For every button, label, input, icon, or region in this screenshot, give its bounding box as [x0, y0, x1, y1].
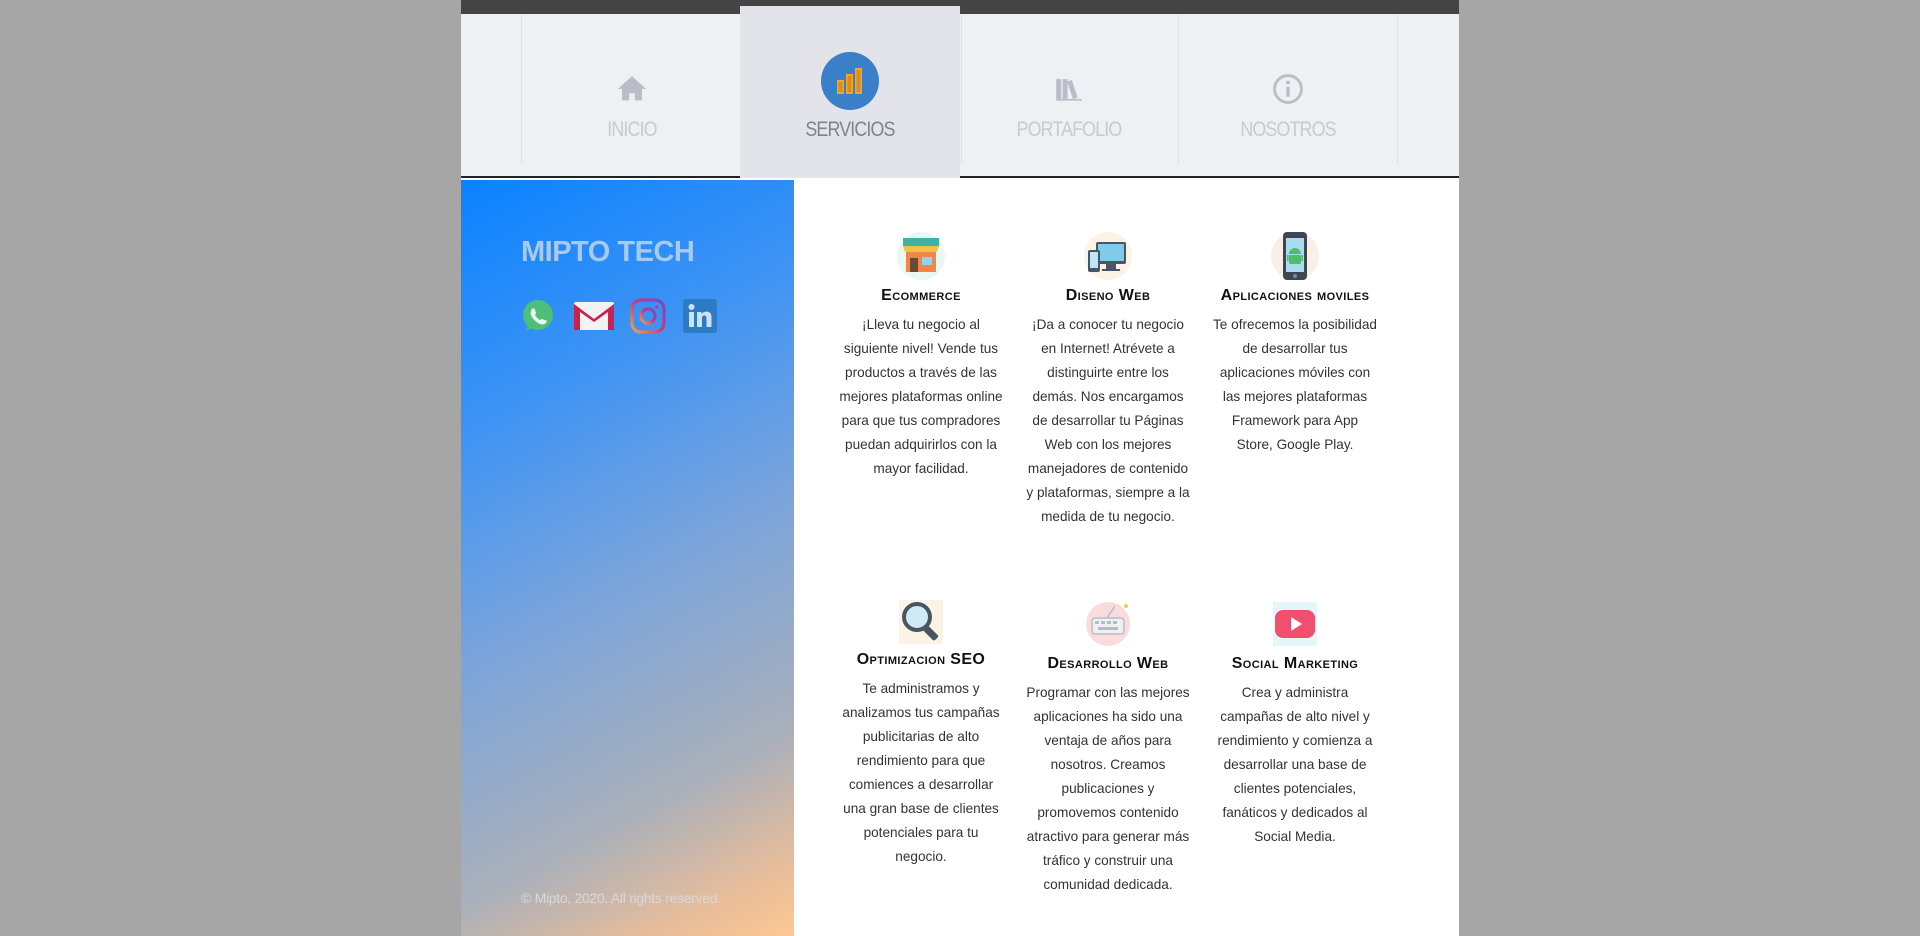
services-grid: Ecommerce ¡Lleva tu negocio al siguiente…: [794, 180, 1459, 936]
devices-icon: [1082, 230, 1134, 282]
nav-item-portafolio[interactable]: PORTAFOLIO: [959, 14, 1179, 178]
service-title: Diseno Web: [1065, 287, 1151, 304]
service-description: ¡Da a conocer tu negocio en Internet! At…: [1026, 317, 1190, 524]
books-icon: [1056, 79, 1082, 101]
magnifier-icon: [895, 598, 947, 646]
brand-name: MIPTO TECH: [521, 236, 695, 268]
info-icon: [1273, 74, 1303, 104]
service-title: Aplicaciones moviles: [1220, 287, 1370, 304]
instagram-icon[interactable]: [630, 298, 666, 334]
android-phone-icon: [1269, 230, 1321, 282]
service-description: Te administramos y analizamos tus campañ…: [842, 681, 1000, 864]
service-card-optimizacion-seo: Optimizacion SEO Te administramos y anal…: [836, 598, 1006, 869]
service-description: Te ofrecemos la posibilidad de desarroll…: [1213, 317, 1377, 452]
main-nav: INICIO SERVICIOS PORTAFOLIO NOSOTROS: [461, 6, 1459, 178]
nav-item-nosotros[interactable]: NOSOTROS: [1178, 14, 1398, 178]
bar-chart-icon: [837, 68, 862, 94]
whatsapp-icon[interactable]: [520, 298, 556, 334]
service-title: Ecommerce: [881, 287, 961, 304]
service-description: Crea y administra campañas de alto nivel…: [1217, 685, 1373, 844]
nav-label: INICIO: [607, 118, 657, 141]
copyright-text: © Mipto, 2020. All rights reserved.: [521, 890, 721, 906]
nav-label: SERVICIOS: [805, 118, 895, 141]
home-icon: [617, 76, 647, 101]
service-card-diseno-web: Diseno Web ¡Da a conocer tu negocio en I…: [1023, 230, 1193, 529]
service-card-desarrollo-web: Desarrollo Web Programar con las mejores…: [1023, 598, 1193, 897]
service-title: Optimizacion SEO: [856, 651, 986, 668]
nav-label: NOSOTROS: [1240, 118, 1336, 141]
youtube-play-icon: [1269, 598, 1321, 650]
sidebar: MIPTO TECH © Mipto, 2020. All rights res…: [461, 180, 794, 936]
nav-label: PORTAFOLIO: [1016, 118, 1123, 141]
store-icon: [895, 230, 947, 282]
service-card-ecommerce: Ecommerce ¡Lleva tu negocio al siguiente…: [836, 230, 1006, 481]
top-bar: [461, 0, 1459, 14]
nav-item-servicios[interactable]: SERVICIOS: [740, 6, 960, 178]
service-description: Programar con las mejores aplicaciones h…: [1026, 685, 1190, 892]
page: INICIO SERVICIOS PORTAFOLIO NOSOTROS MIP…: [461, 0, 1459, 936]
service-card-social-marketing: Social Marketing Crea y administra campa…: [1210, 598, 1380, 849]
service-description: ¡Lleva tu negocio al siguiente nivel! Ve…: [839, 317, 1003, 476]
nav-item-inicio[interactable]: INICIO: [522, 14, 742, 178]
nav-active-badge: [821, 52, 879, 110]
linkedin-icon[interactable]: [682, 298, 718, 334]
service-title: Desarrollo Web: [1047, 655, 1169, 672]
service-title: Social Marketing: [1231, 655, 1359, 672]
keyboard-icon: [1082, 598, 1134, 650]
service-card-aplicaciones-moviles: Aplicaciones moviles Te ofrecemos la pos…: [1210, 230, 1380, 457]
gmail-icon[interactable]: [572, 298, 616, 334]
